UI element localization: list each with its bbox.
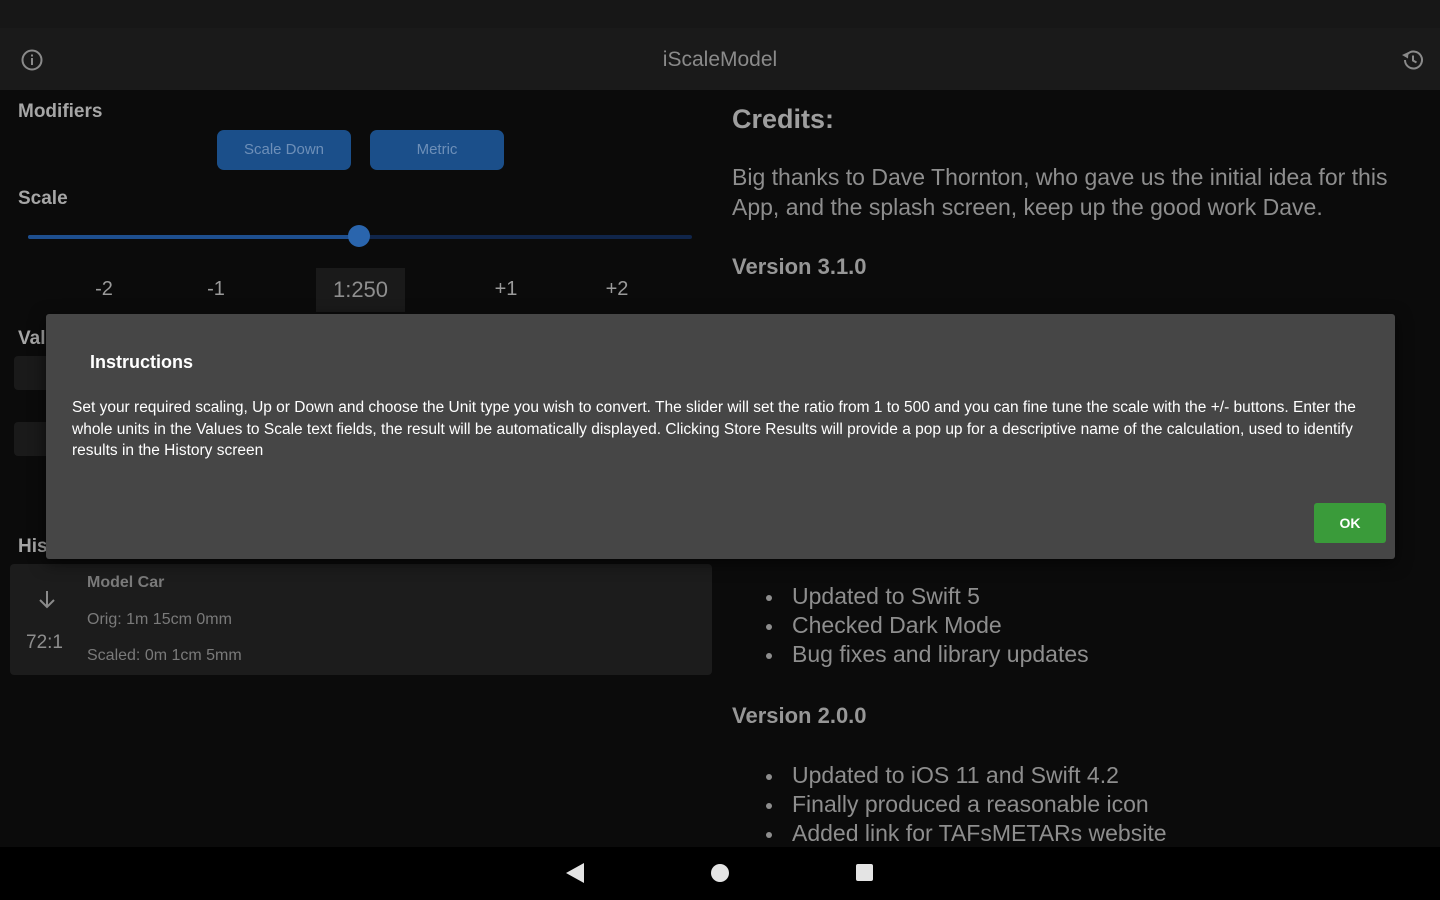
values-label: Val bbox=[18, 328, 46, 349]
step-minus-2-button[interactable]: -2 bbox=[74, 278, 134, 301]
metric-button[interactable]: Metric bbox=[370, 130, 504, 170]
scale-label: Scale bbox=[18, 188, 68, 209]
scale-slider-fill bbox=[28, 235, 360, 239]
credits-text: Big thanks to Dave Thornton, who gave us… bbox=[732, 164, 1388, 220]
ok-button[interactable]: OK bbox=[1314, 503, 1386, 543]
navigation-bar bbox=[0, 847, 1440, 900]
step-minus-1-button[interactable]: -1 bbox=[186, 278, 246, 301]
modifiers-label: Modifiers bbox=[18, 101, 103, 122]
current-scale-display: 1:250 bbox=[316, 268, 405, 312]
version-310-list: Updated to Swift 5 Checked Dark Mode Bug… bbox=[764, 582, 1089, 669]
list-item: Updated to iOS 11 and Swift 4.2 bbox=[764, 761, 1167, 790]
list-item: Updated to Swift 5 bbox=[764, 582, 1089, 611]
history-label: His bbox=[18, 536, 48, 557]
list-item: Bug fixes and library updates bbox=[764, 640, 1089, 669]
step-plus-2-button[interactable]: +2 bbox=[587, 278, 647, 301]
app-bar: iScaleModel bbox=[0, 28, 1440, 90]
version-200-list: Updated to iOS 11 and Swift 4.2 Finally … bbox=[764, 761, 1167, 847]
history-icon[interactable] bbox=[1400, 47, 1426, 73]
step-plus-1-button[interactable]: +1 bbox=[476, 278, 536, 301]
version-310-heading: Version 3.1.0 bbox=[732, 254, 867, 279]
version-200-heading: Version 2.0.0 bbox=[732, 703, 867, 728]
scale-slider[interactable] bbox=[28, 225, 692, 247]
list-item: Checked Dark Mode bbox=[764, 611, 1089, 640]
credits-title: Credits: bbox=[732, 104, 835, 134]
recents-icon[interactable] bbox=[856, 864, 873, 881]
dialog-body: Set your required scaling, Up or Down an… bbox=[72, 399, 1356, 459]
back-icon[interactable] bbox=[566, 863, 584, 883]
scale-slider-thumb[interactable] bbox=[348, 225, 371, 247]
instructions-dialog: Instructions Set your required scaling, … bbox=[46, 314, 1395, 559]
history-item-name: Model Car bbox=[87, 574, 165, 591]
history-item-orig: Orig: 1m 15cm 0mm bbox=[87, 611, 232, 628]
list-item: Finally produced a reasonable icon bbox=[764, 790, 1167, 819]
app-title: iScaleModel bbox=[662, 48, 778, 71]
list-item: Added link for TAFsMETARs website bbox=[764, 819, 1167, 847]
scale-down-button[interactable]: Scale Down bbox=[217, 130, 351, 170]
home-icon[interactable] bbox=[711, 864, 729, 882]
history-item[interactable]: 72:1 Model Car Orig: 1m 15cm 0mm Scaled:… bbox=[10, 564, 712, 675]
history-item-scaled: Scaled: 0m 1cm 5mm bbox=[87, 647, 242, 664]
dialog-title: Instructions bbox=[90, 352, 194, 372]
arrow-down-icon bbox=[39, 591, 55, 609]
status-bar bbox=[0, 0, 1440, 28]
history-item-ratio: 72:1 bbox=[26, 632, 63, 653]
